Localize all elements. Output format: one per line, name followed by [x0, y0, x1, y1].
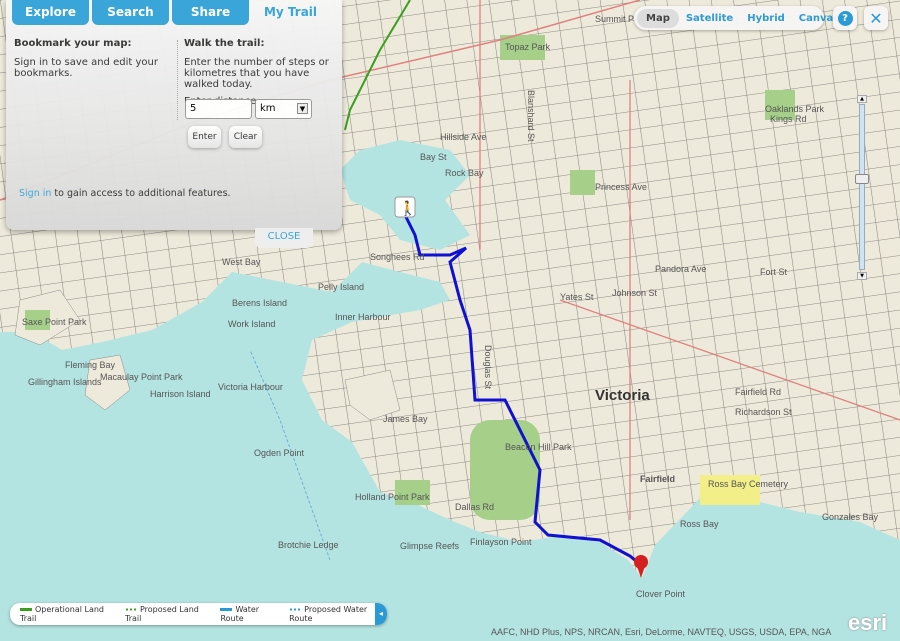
zoom-slider[interactable]: ▲ ▼ [855, 95, 869, 280]
tab-share[interactable]: Share [172, 0, 249, 25]
tab-explore[interactable]: Explore [12, 0, 89, 25]
svg-text:🚶: 🚶 [399, 200, 416, 217]
map-pin-icon[interactable] [634, 555, 648, 578]
svg-text:Brotchie Ledge: Brotchie Ledge [278, 540, 339, 550]
water-route-swatch [220, 608, 233, 611]
svg-text:Blanshard St: Blanshard St [526, 90, 536, 142]
attribution: AAFC, NHD Plus, NPS, NRCAN, Esri, DeLorm… [491, 627, 832, 637]
svg-text:Finlayson Point: Finlayson Point [470, 537, 532, 547]
zoom-out-button[interactable]: ▼ [857, 272, 867, 280]
fullscreen-icon: ✕ [869, 8, 883, 28]
svg-text:Fairfield Rd: Fairfield Rd [735, 387, 781, 397]
svg-text:Douglas St: Douglas St [483, 345, 493, 390]
clear-button[interactable]: Clear [229, 126, 262, 148]
svg-text:Glimpse Reefs: Glimpse Reefs [400, 541, 460, 551]
legend-item: Proposed Land Trail [124, 605, 199, 623]
svg-text:Songhees Rd: Songhees Rd [370, 252, 425, 262]
svg-text:Clover Point: Clover Point [636, 589, 686, 599]
svg-text:Fairfield: Fairfield [640, 474, 675, 484]
svg-text:Ross Bay Cemetery: Ross Bay Cemetery [708, 479, 789, 489]
legend-item: Operational Land Trail [20, 605, 104, 623]
bookmark-text: Sign in to save and edit your bookmarks. [14, 57, 158, 79]
svg-text:Victoria Harbour: Victoria Harbour [218, 382, 283, 392]
signin-link[interactable]: Sign in [19, 188, 51, 199]
proposed-water-swatch [289, 608, 302, 611]
bookmark-section: Bookmark your map: Sign in to save and e… [14, 38, 174, 79]
svg-text:James Bay: James Bay [383, 414, 428, 424]
basemap-hybrid[interactable]: Hybrid [740, 13, 792, 24]
legend: Operational Land Trail Proposed Land Tra… [10, 603, 387, 625]
svg-text:Ogden Point: Ogden Point [254, 448, 305, 458]
svg-text:Berens Island: Berens Island [232, 298, 287, 308]
tab-search[interactable]: Search [92, 0, 169, 25]
tab-my-trail[interactable]: My Trail [252, 0, 329, 25]
help-icon: ? [837, 10, 853, 26]
svg-text:Rock Bay: Rock Bay [445, 168, 484, 178]
svg-text:Princess Ave: Princess Ave [595, 182, 647, 192]
signin-note: Sign in to gain access to additional fea… [19, 188, 231, 199]
walk-section: Walk the trail: Enter the number of step… [184, 38, 334, 107]
svg-text:Pelly Island: Pelly Island [318, 282, 364, 292]
zoom-track[interactable] [859, 104, 865, 270]
legend-item: Proposed Water Route [289, 605, 368, 623]
basemap-switcher: Map Satellite Hybrid Canvas [634, 6, 839, 30]
legend-item: Water Route [220, 605, 260, 623]
divider [177, 40, 178, 120]
tab-bar: Explore Search Share My Trail [12, 0, 329, 25]
chevron-down-icon: ▼ [297, 103, 308, 114]
help-button[interactable]: ? [833, 6, 857, 30]
svg-text:Inner Harbour: Inner Harbour [335, 312, 391, 322]
fullscreen-button[interactable]: ✕ [864, 6, 888, 30]
svg-text:Oaklands Park: Oaklands Park [765, 104, 825, 114]
svg-text:Bay St: Bay St [420, 152, 447, 162]
unit-select[interactable]: km ▼ [255, 99, 312, 119]
svg-text:Holland Point Park: Holland Point Park [355, 492, 430, 502]
svg-text:Richardson St: Richardson St [735, 407, 792, 417]
bookmark-title: Bookmark your map: [14, 38, 132, 49]
svg-text:Fort St: Fort St [760, 267, 788, 277]
close-button[interactable]: CLOSE [255, 228, 313, 248]
svg-text:Fleming Bay: Fleming Bay [65, 360, 116, 370]
svg-text:Kings Rd: Kings Rd [770, 114, 807, 124]
svg-text:Work Island: Work Island [228, 319, 275, 329]
zoom-in-button[interactable]: ▲ [857, 95, 867, 103]
distance-input[interactable]: 5 [185, 99, 252, 119]
operational-trail-swatch [20, 608, 32, 611]
svg-text:Hillside Ave: Hillside Ave [440, 132, 486, 142]
basemap-satellite[interactable]: Satellite [679, 13, 740, 24]
svg-text:Gonzales Bay: Gonzales Bay [822, 512, 879, 522]
walker-icon[interactable]: 🚶 [394, 196, 416, 218]
svg-text:Pandora Ave: Pandora Ave [655, 264, 706, 274]
svg-text:Harrison Island: Harrison Island [150, 389, 211, 399]
svg-text:Gillingham Islands: Gillingham Islands [28, 377, 102, 387]
walk-title: Walk the trail: [184, 38, 265, 49]
svg-text:Beacon Hill Park: Beacon Hill Park [505, 442, 572, 452]
svg-text:Dallas Rd: Dallas Rd [455, 502, 494, 512]
enter-button[interactable]: Enter [188, 126, 221, 148]
proposed-trail-swatch [124, 608, 137, 611]
zoom-thumb[interactable] [855, 174, 869, 185]
esri-logo[interactable]: esri [848, 610, 887, 636]
svg-text:West Bay: West Bay [222, 257, 261, 267]
basemap-map[interactable]: Map [637, 8, 679, 28]
walk-text: Enter the number of steps or kilometres … [184, 57, 329, 90]
svg-text:Topaz Park: Topaz Park [505, 42, 551, 52]
svg-text:Yates St: Yates St [560, 292, 594, 302]
svg-text:Johnson St: Johnson St [612, 288, 658, 298]
svg-text:Saxe Point Park: Saxe Point Park [22, 317, 87, 327]
city-label: Victoria [595, 387, 650, 404]
svg-text:Macaulay Point Park: Macaulay Point Park [100, 372, 183, 382]
svg-text:Ross Bay: Ross Bay [680, 519, 719, 529]
trail-panel: Bookmark your map: Sign in to save and e… [6, 0, 342, 230]
unit-value: km [260, 103, 276, 114]
